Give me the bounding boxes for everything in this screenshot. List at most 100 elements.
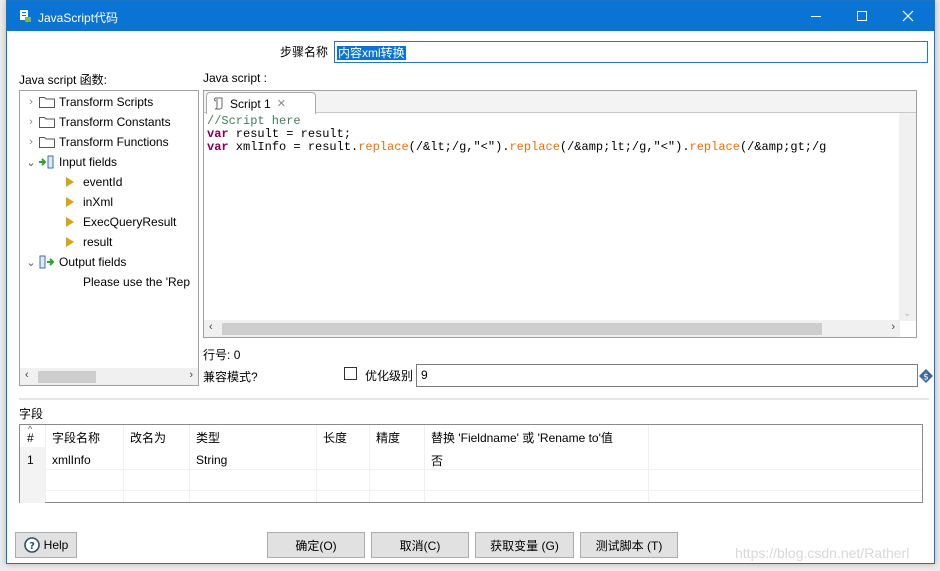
step-name-label: 步骤名称: [280, 45, 329, 59]
code-function: replace: [689, 140, 740, 154]
fields-table: ^ # 字段名称 改名为 类型 长度 精度 替换 'Fieldname' 或 '…: [19, 424, 923, 503]
column-header-rename[interactable]: 改名为: [125, 426, 166, 448]
scroll-left-icon[interactable]: ‹: [209, 321, 213, 333]
tree-item-label: Transform Constants: [59, 115, 171, 129]
code-area[interactable]: //Script here var result = result; var x…: [207, 115, 826, 154]
table-cell-index[interactable]: 1: [22, 449, 34, 471]
tree-item-transform-scripts[interactable]: › Transform Scripts: [24, 92, 153, 112]
minimize-icon: [811, 16, 821, 17]
tree-item-label: Input fields: [59, 155, 118, 169]
chevron-right-icon[interactable]: ›: [24, 96, 38, 108]
tree-item-output-fields[interactable]: ⌄ Output fields: [24, 252, 126, 272]
editor-vertical-scrollbar[interactable]: ⌄: [899, 113, 916, 321]
folder-icon: [39, 137, 55, 148]
scrollbar-thumb[interactable]: [222, 323, 822, 335]
folder-icon: [39, 97, 55, 108]
column-header-replace[interactable]: 替换 'Fieldname' 或 'Rename to'值: [426, 426, 613, 448]
script-editor: Script 1 ✕ //Script here var result = re…: [203, 90, 917, 338]
tree-item-input-fields[interactable]: ⌄ Input fields: [24, 152, 117, 172]
svg-text:$: $: [923, 373, 929, 383]
ok-button[interactable]: 确定(O): [267, 532, 365, 558]
code-keyword: var: [207, 140, 229, 154]
help-label: Help: [43, 538, 69, 552]
editor-horizontal-scrollbar[interactable]: ‹ ›: [204, 320, 900, 337]
chevron-right-icon[interactable]: ›: [24, 116, 38, 128]
table-cell-length[interactable]: [318, 449, 323, 471]
code-function: replace: [509, 140, 560, 154]
chevron-right-icon[interactable]: ›: [24, 136, 38, 148]
help-button[interactable]: ? Help: [15, 532, 77, 558]
tree-item-field-execqueryresult[interactable]: ExecQueryResult: [64, 212, 176, 232]
close-tab-icon[interactable]: ✕: [277, 97, 286, 110]
tree-item-transform-functions[interactable]: › Transform Functions: [24, 132, 169, 152]
javascript-dialog: JavaScript代码 步骤名称 内容xml转换 Java script 函数…: [6, 0, 935, 564]
script-icon: [214, 97, 223, 109]
line-number-caption: 行号:: [203, 348, 231, 362]
maximize-icon: [857, 11, 867, 21]
tree-item-label: Output fields: [59, 255, 127, 269]
tree-item-transform-constants[interactable]: › Transform Constants: [24, 112, 171, 132]
functions-tree: › Transform Scripts › Transform Constant…: [19, 90, 199, 386]
code-comment: //Script here: [207, 114, 301, 128]
step-name-input[interactable]: 内容xml转换: [334, 41, 928, 63]
functions-label: Java script 函数:: [19, 73, 108, 87]
code-keyword: var: [207, 127, 229, 141]
tree-item-field-eventid[interactable]: eventId: [64, 172, 122, 192]
script-tab-bar: Script 1 ✕: [204, 91, 916, 114]
variable-icon[interactable]: $: [919, 369, 933, 383]
line-number-value: 0: [233, 348, 241, 362]
optimization-level-input[interactable]: 9: [416, 364, 918, 387]
tree-horizontal-scrollbar[interactable]: ‹ ›: [20, 368, 198, 385]
table-cell-precision[interactable]: [371, 449, 376, 471]
table-cell-fieldname[interactable]: xmlInfo: [47, 449, 91, 471]
chevron-down-icon[interactable]: ⌄: [24, 156, 38, 169]
code-text: (/&amp;lt;/g,"<").: [559, 140, 690, 154]
test-script-button[interactable]: 测试脚本 (T): [580, 532, 678, 558]
table-cell-rename[interactable]: [125, 449, 130, 471]
line-number-label: 行号: 0: [203, 346, 240, 363]
optimization-level-value: 9: [421, 368, 428, 382]
code-text: xmlInfo = result.: [228, 140, 359, 154]
scroll-right-icon[interactable]: ›: [189, 369, 193, 381]
scrollbar-thumb[interactable]: [38, 371, 96, 383]
step-name-value: 内容xml转换: [337, 46, 406, 60]
tree-item-label: Please use the 'Rep: [83, 275, 191, 289]
tree-item-label: Transform Functions: [59, 135, 169, 149]
close-button[interactable]: [885, 1, 931, 31]
cancel-button[interactable]: 取消(C): [371, 532, 469, 558]
code-text: (/&lt;/g,"<").: [408, 140, 510, 154]
script-app-icon: [20, 10, 31, 22]
column-header-index[interactable]: #: [22, 427, 34, 449]
tree-item-label: result: [83, 235, 113, 249]
column-header-length[interactable]: 长度: [318, 426, 347, 448]
column-header-fieldname[interactable]: 字段名称: [47, 426, 100, 448]
close-icon: [902, 10, 914, 22]
chevron-down-icon[interactable]: ⌄: [24, 256, 38, 269]
compat-mode-checkbox[interactable]: [344, 367, 357, 380]
code-text: result = result;: [228, 127, 352, 141]
tree-item-output-hint: Please use the 'Rep: [83, 272, 190, 292]
tree-item-label: ExecQueryResult: [83, 215, 177, 229]
table-cell-type[interactable]: String: [191, 449, 227, 471]
table-cell-replace[interactable]: 否: [426, 449, 443, 471]
scroll-down-icon[interactable]: ⌄: [903, 308, 911, 319]
column-header-type[interactable]: 类型: [191, 426, 220, 448]
column-header-precision[interactable]: 精度: [371, 426, 400, 448]
input-fields-icon: [39, 155, 54, 169]
watermark-text: https://blog.csdn.net/Ratherl: [735, 545, 910, 561]
tab-label: Script 1: [230, 96, 271, 111]
folder-icon: [39, 117, 55, 128]
script-label: Java script :: [203, 71, 268, 85]
tab-script-1[interactable]: Script 1 ✕: [206, 92, 316, 114]
maximize-button[interactable]: [839, 1, 885, 31]
minimize-button[interactable]: [793, 1, 839, 31]
tree-item-label: Transform Scripts: [59, 95, 154, 109]
scroll-right-icon[interactable]: ›: [891, 321, 895, 333]
get-variables-button[interactable]: 获取变量 (G): [475, 532, 574, 558]
title-bar: JavaScript代码: [7, 1, 934, 31]
tree-item-field-result[interactable]: result: [64, 232, 112, 252]
field-arrow-icon: [66, 197, 74, 207]
output-fields-icon: [39, 255, 55, 269]
scroll-left-icon[interactable]: ‹: [25, 369, 29, 381]
tree-item-field-inxml[interactable]: inXml: [64, 192, 113, 212]
